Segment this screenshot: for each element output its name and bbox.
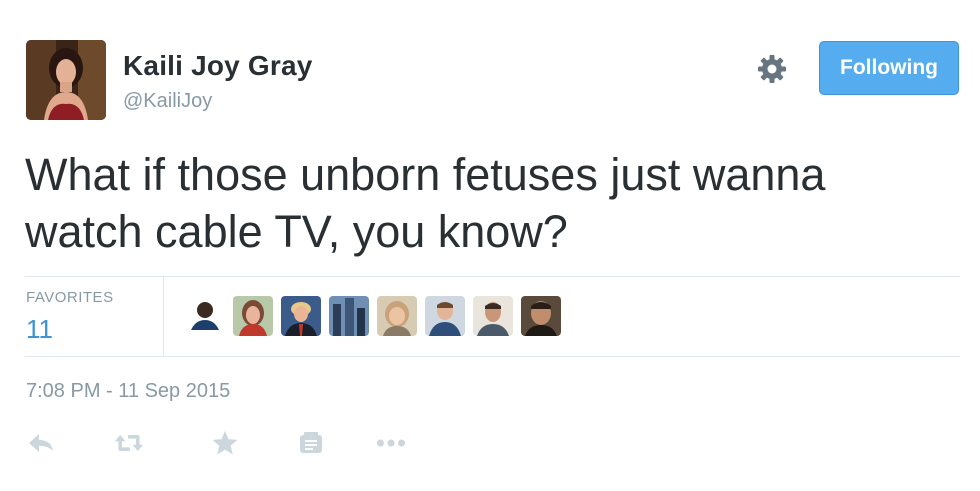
favoriter-avatar[interactable] <box>329 296 369 336</box>
favorites-stat[interactable]: FAVORITES 11 <box>25 277 164 356</box>
following-button[interactable]: Following <box>819 41 959 95</box>
favoriter-avatar[interactable] <box>473 296 513 336</box>
favoriter-avatar[interactable] <box>185 296 225 336</box>
favoriter-avatar[interactable] <box>425 296 465 336</box>
gear-icon[interactable] <box>756 53 788 85</box>
screen-name[interactable]: @KailiJoy <box>123 90 212 113</box>
buffer-icon[interactable] <box>296 428 326 458</box>
tweet-stats: FAVORITES 11 <box>25 276 960 357</box>
favoriter-avatar[interactable] <box>521 296 561 336</box>
more-icon[interactable] <box>376 428 406 458</box>
display-name[interactable]: Kaili Joy Gray <box>123 50 313 82</box>
favoriter-avatar[interactable] <box>377 296 417 336</box>
favoriter-avatar[interactable] <box>233 296 273 336</box>
favoriter-avatar[interactable] <box>281 296 321 336</box>
favorite-icon[interactable] <box>210 428 240 458</box>
tweet-text-line-1: What if those unborn fetuses just wanna <box>25 149 826 200</box>
tweet-actions <box>26 428 406 458</box>
favorites-label: FAVORITES <box>26 289 114 306</box>
tweet-text-line-2: watch cable TV, you know? <box>25 206 568 257</box>
author-avatar[interactable] <box>26 40 106 120</box>
favoriters-list <box>185 296 561 336</box>
tweet-text: What if those unborn fetuses just wanna … <box>25 146 925 260</box>
retweet-icon[interactable] <box>114 428 144 458</box>
reply-icon[interactable] <box>26 428 56 458</box>
favorites-count[interactable]: 11 <box>26 314 53 345</box>
tweet-timestamp[interactable]: 7:08 PM - 11 Sep 2015 <box>26 380 230 403</box>
